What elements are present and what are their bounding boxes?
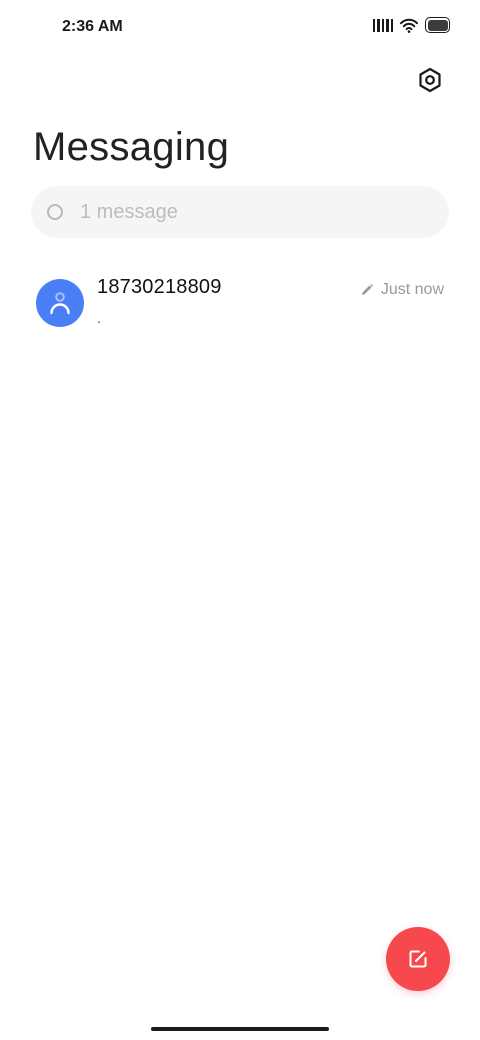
timestamp: Just now [380, 281, 444, 298]
compose-button[interactable] [386, 927, 450, 991]
compose-icon [409, 950, 427, 968]
person-icon [50, 292, 70, 315]
search-icon [47, 204, 63, 220]
battery-icon [425, 17, 450, 33]
draft-pencil-icon [361, 283, 373, 295]
wifi-icon [400, 18, 418, 33]
status-time: 2:36 AM [62, 18, 123, 35]
settings-button[interactable] [416, 66, 444, 94]
search-bar[interactable] [31, 186, 449, 238]
settings-hexagon-icon [419, 67, 441, 93]
conversation-meta: Just now [360, 281, 444, 299]
avatar [36, 279, 84, 327]
contact-name: 18730218809 [97, 276, 222, 298]
message-snippet: . [97, 310, 101, 326]
search-input[interactable] [78, 199, 412, 225]
signal-icon [372, 18, 393, 32]
page-title: Messaging [33, 125, 230, 169]
status-icons [372, 17, 450, 33]
conversation-item[interactable]: 18730218809 . Just now [0, 266, 480, 344]
home-indicator[interactable] [151, 1027, 329, 1031]
status-bar: 2:36 AM [0, 0, 480, 56]
